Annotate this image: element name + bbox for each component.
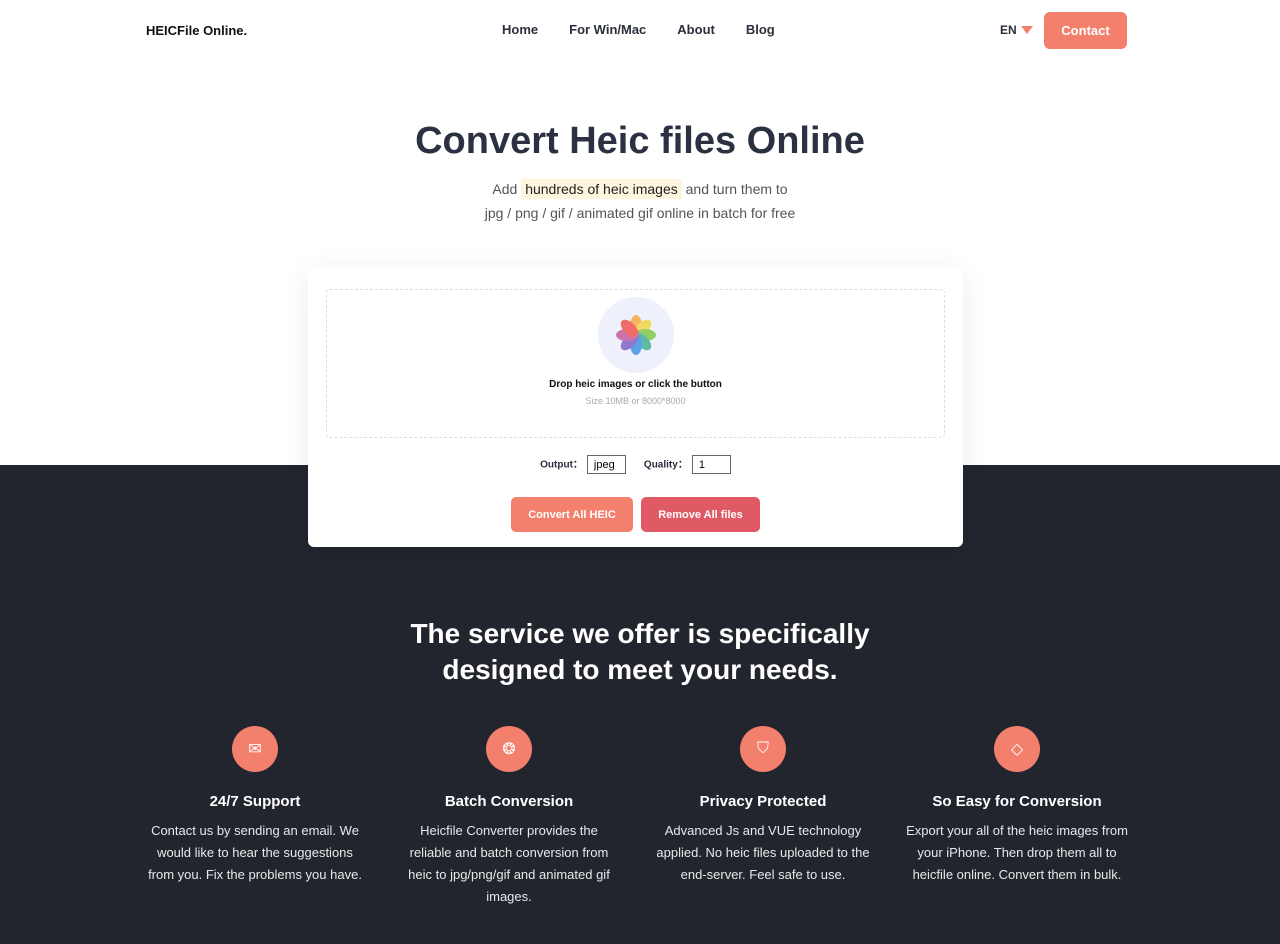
feature-title: 24/7 Support [209,793,301,810]
chevron-down-icon [1020,26,1033,34]
convert-all-button[interactable]: Convert All HEIC [511,497,633,532]
photos-icon [597,297,674,373]
feature-title: Batch Conversion [444,793,574,810]
nav-about[interactable]: About [677,22,715,37]
feature-easy: ◇ So Easy for Conversion Export your all… [890,726,1144,908]
nav-win-mac[interactable]: For Win/Mac [569,22,646,37]
feature-privacy: ⛉ Privacy Protected Advanced Js and VUE … [636,726,890,908]
aperture-icon: ❂ [486,726,532,772]
top-nav: HEICFile Online. Home For Win/Mac About … [0,0,1280,60]
contact-button[interactable]: Contact [1044,12,1127,49]
feature-support: ✉ 24/7 Support Contact us by sending an … [128,726,382,908]
quality-label: Quality： [643,459,688,471]
feature-title: Privacy Protected [699,793,827,810]
drop-zone[interactable]: Drop heic images or click the button Siz… [326,289,945,438]
feature-batch: ❂ Batch Conversion Heicfile Converter pr… [382,726,636,908]
subtitle-text: Add [492,181,518,197]
output-option: Output： [540,455,626,474]
output-format-input[interactable] [586,455,626,474]
features-list: ✉ 24/7 Support Contact us by sending an … [128,726,1144,908]
quality-input[interactable] [691,455,731,474]
feature-desc: Export your all of the heic images from … [906,823,1128,882]
subtitle-text: and turn them to [685,181,788,197]
language-label: EN [1000,23,1017,37]
page-title: Convert Heic files Online [415,120,865,162]
mail-icon: ✉ [232,726,278,772]
logo[interactable]: HEICFile Online. [146,23,247,38]
drop-instructions: Drop heic images or click the button [549,379,722,390]
feature-desc: Heicfile Converter provides the reliable… [408,823,610,904]
uploader-card: Drop heic images or click the button Siz… [308,267,963,547]
output-label: Output： [540,459,583,471]
shield-check-icon: ⛉ [740,726,786,772]
size-limit: Size 10MB or 8000*8000 [585,396,686,406]
quality-option: Quality： [644,455,731,474]
eraser-icon: ◇ [994,726,1040,772]
services-title-line2: designed to meet your needs. [442,654,838,685]
subtitle-highlight: hundreds of heic images [521,179,682,199]
remove-all-button[interactable]: Remove All files [641,497,760,532]
feature-desc: Contact us by sending an email. We would… [148,823,362,882]
nav-home[interactable]: Home [502,22,538,37]
feature-desc: Advanced Js and VUE technology applied. … [656,823,870,882]
nav-blog[interactable]: Blog [746,22,775,37]
language-selector[interactable]: EN [1000,23,1033,37]
feature-title: So Easy for Conversion [932,793,1102,810]
subtitle-line2: jpg / png / gif / animated gif online in… [484,205,796,221]
hero-subtitle: Add hundreds of heic images and turn the… [0,177,1280,225]
services-title-line1: The service we offer is specifically [410,618,870,649]
services-title: The service we offer is specifically desi… [0,616,1280,688]
